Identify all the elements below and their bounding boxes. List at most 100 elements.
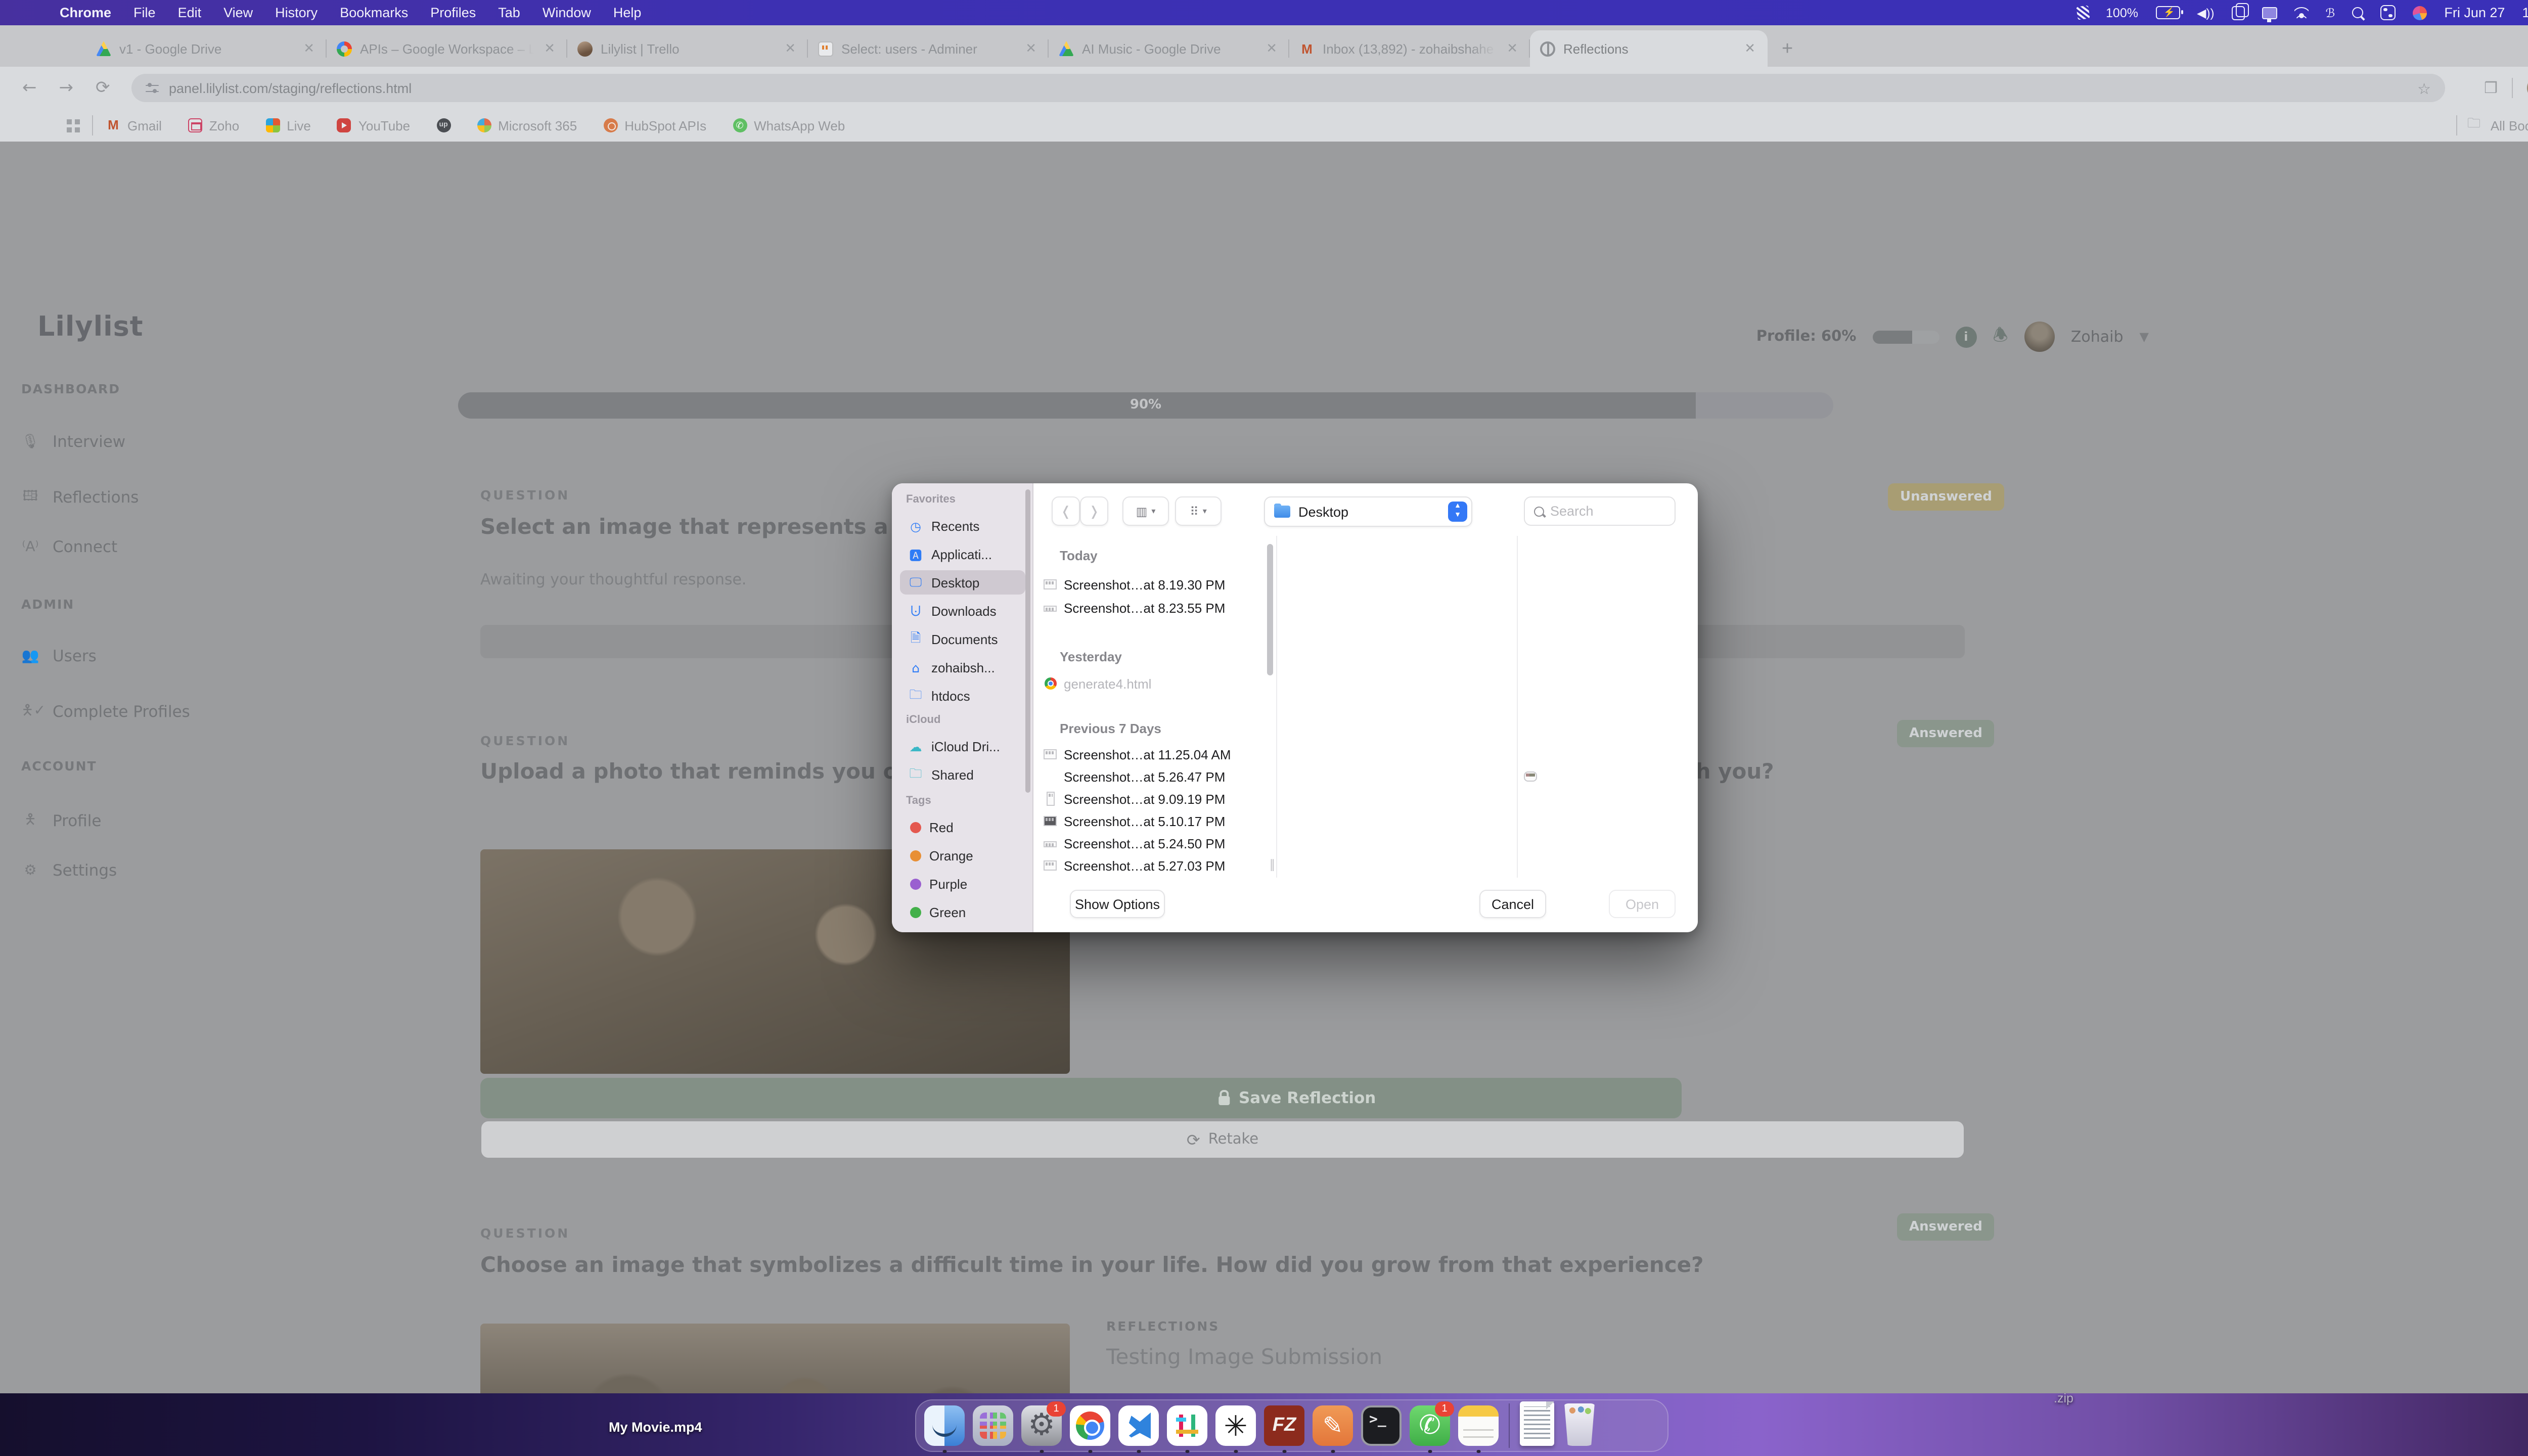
dock-trash-icon[interactable] — [1562, 1403, 1597, 1446]
bookmark-gmail[interactable]: MGmail — [106, 118, 162, 133]
battery-icon[interactable]: ⚡ — [2155, 6, 2180, 19]
show-options-button[interactable]: Show Options — [1070, 890, 1165, 918]
menu-file[interactable]: File — [133, 5, 156, 20]
apps-grid-icon[interactable] — [67, 119, 80, 132]
control-center-icon[interactable] — [2380, 5, 2396, 20]
new-tab-button[interactable]: + — [1782, 38, 1793, 61]
sidebar-item-interview[interactable]: 🎙Interview — [21, 433, 125, 451]
notifications-bell-icon[interactable]: 🕭 — [1993, 322, 2008, 351]
menu-tab[interactable]: Tab — [498, 5, 520, 20]
tab-close-icon[interactable]: ✕ — [783, 40, 798, 57]
dock-chrome-icon[interactable] — [1070, 1405, 1110, 1446]
menu-chrome[interactable]: Chrome — [60, 5, 111, 20]
wifi-icon[interactable] — [2294, 7, 2308, 18]
tab-gmail-inbox[interactable]: M Inbox (13,892) - zohaibshahe ✕ — [1289, 30, 1530, 67]
tab-close-icon[interactable]: ✕ — [301, 40, 317, 57]
dock-filezilla-icon[interactable] — [1264, 1405, 1304, 1446]
all-bookmarks-button[interactable]: All Bookmarks — [2491, 118, 2528, 133]
display-icon[interactable] — [2262, 7, 2277, 19]
dock-notes-icon[interactable] — [1458, 1405, 1499, 1446]
dock-slack-icon[interactable] — [1167, 1405, 1207, 1446]
screen-mirroring-icon[interactable] — [2231, 6, 2244, 20]
file-row[interactable]: Screenshot…at 8.19.30 PM — [1044, 574, 1266, 595]
cancel-button[interactable]: Cancel — [1479, 890, 1546, 918]
menu-edit[interactable]: Edit — [178, 5, 202, 20]
sidebar-item-reflections[interactable]: 🖽Reflections — [21, 485, 139, 510]
dock-editor-icon[interactable] — [1313, 1405, 1353, 1446]
sidebar-item-connect[interactable]: ⁽A⁾Connect — [21, 538, 117, 556]
spotlight-icon[interactable] — [2352, 7, 2363, 18]
open-button[interactable]: Open — [1609, 890, 1676, 918]
menu-view[interactable]: View — [223, 5, 253, 20]
bookmark-live[interactable]: Live — [265, 118, 311, 133]
dock-document-icon[interactable] — [1520, 1401, 1554, 1446]
file-row[interactable]: Screenshot…at 8.23.55 PM — [1044, 598, 1266, 618]
file-row[interactable]: Screenshot…at 5.10.17 PM — [1044, 811, 1266, 831]
sidebar-item-documents[interactable]: 🗎Documents — [900, 627, 1025, 651]
menu-profiles[interactable]: Profiles — [430, 5, 476, 20]
sidebar-item-home[interactable]: ⌂zohaibsh... — [900, 655, 1025, 679]
user-avatar[interactable] — [2024, 322, 2055, 352]
dock-terminal-icon[interactable] — [1361, 1405, 1402, 1446]
volume-icon[interactable]: ◀)) — [2197, 6, 2214, 20]
sidebar-scrollbar[interactable] — [1025, 489, 1030, 793]
tab-ai-music-drive[interactable]: AI Music - Google Drive ✕ — [1049, 30, 1289, 67]
tag-green[interactable]: Green — [900, 900, 1025, 924]
column-divider[interactable] — [1276, 536, 1277, 878]
location-popup[interactable]: Desktop ▲▼ — [1264, 496, 1472, 527]
color-profile-icon[interactable] — [2413, 6, 2427, 20]
menu-bookmarks[interactable]: Bookmarks — [340, 5, 408, 20]
site-settings-icon[interactable] — [146, 82, 159, 94]
sidebar-item-shared[interactable]: 🗀Shared — [900, 762, 1025, 787]
desktop-file-label[interactable]: My Movie.mp4 — [609, 1420, 702, 1435]
file-row[interactable]: Screenshot…at 11.25.04 AM — [1044, 744, 1266, 764]
back-button[interactable]: ← — [22, 78, 37, 98]
bookmark-zoho[interactable]: Zoho — [188, 118, 239, 133]
chevron-down-icon[interactable]: ▼ — [2140, 330, 2149, 344]
sidebar-item-applications[interactable]: 🅰Applicati... — [900, 542, 1025, 566]
tab-close-icon[interactable]: ✕ — [1505, 40, 1520, 57]
retake-button[interactable]: ⟳Retake — [480, 1120, 1965, 1159]
tag-purple[interactable]: Purple — [900, 872, 1025, 896]
group-view-button[interactable]: ⠿▾ — [1175, 496, 1222, 526]
dialog-forward-button[interactable]: ❭ — [1080, 496, 1108, 526]
tab-close-icon[interactable]: ✕ — [1742, 40, 1757, 57]
column-divider[interactable] — [1517, 536, 1518, 878]
bookmark-hubspot-apis[interactable]: HubSpot APIs — [603, 118, 706, 133]
menu-history[interactable]: History — [275, 5, 318, 20]
column-view-button[interactable]: ▥▾ — [1122, 496, 1169, 526]
dock-launchpad-icon[interactable] — [973, 1405, 1013, 1446]
dock-chatgpt-icon[interactable] — [1215, 1405, 1256, 1446]
tab-reflections-active[interactable]: Reflections ✕ — [1530, 30, 1768, 67]
app-logo[interactable]: Lilylist — [37, 311, 144, 343]
sidebar-item-complete-profiles[interactable]: 🯅✓Complete Profiles — [21, 700, 190, 724]
sidebar-item-users[interactable]: 👥Users — [21, 647, 97, 665]
tag-orange[interactable]: Orange — [900, 843, 1025, 868]
save-reflection-button[interactable]: Save Reflection — [480, 1078, 1682, 1118]
file-row[interactable]: Screenshot…at 5.24.50 PM — [1044, 833, 1266, 853]
dock-finder-icon[interactable] — [924, 1405, 965, 1446]
file-row[interactable]: Screenshot…at 9.09.19 PM — [1044, 789, 1266, 809]
tab-v1-google-drive[interactable]: v1 - Google Drive ✕ — [86, 30, 327, 67]
menu-bar-date[interactable]: Fri Jun 27 — [2444, 5, 2505, 20]
file-list-scrollbar[interactable] — [1267, 544, 1273, 675]
tag-red[interactable]: Red — [900, 815, 1025, 839]
tab-close-icon[interactable]: ✕ — [1023, 40, 1039, 57]
keyboard-brightness-icon[interactable] — [2075, 5, 2089, 20]
sidebar-item-downloads[interactable]: ⨃Downloads — [900, 599, 1025, 623]
dock-vscode-icon[interactable] — [1118, 1405, 1159, 1446]
column-resize-handle[interactable]: ▕▏ — [1264, 860, 1282, 872]
menu-bar-clock[interactable]: 11:54 PM — [2522, 5, 2528, 20]
tab-close-icon[interactable]: ✕ — [1264, 40, 1279, 57]
menu-window[interactable]: Window — [543, 5, 591, 20]
bookmark-upwork[interactable]: up — [436, 118, 450, 132]
bookmark-youtube[interactable]: YouTube — [337, 118, 410, 133]
file-row[interactable]: Screenshot…at 5.26.47 PM — [1044, 766, 1266, 787]
sidebar-item-profile[interactable]: 🯅Profile — [21, 809, 101, 833]
menu-help[interactable]: Help — [613, 5, 642, 20]
dialog-search-field[interactable]: Search — [1524, 496, 1676, 526]
file-row[interactable]: Screenshot…at 5.27.03 PM — [1044, 855, 1266, 876]
bookmark-microsoft-365[interactable]: Microsoft 365 — [477, 118, 577, 133]
user-name[interactable]: Zohaib — [2071, 328, 2124, 346]
reload-button[interactable]: ⟳ — [96, 78, 110, 98]
